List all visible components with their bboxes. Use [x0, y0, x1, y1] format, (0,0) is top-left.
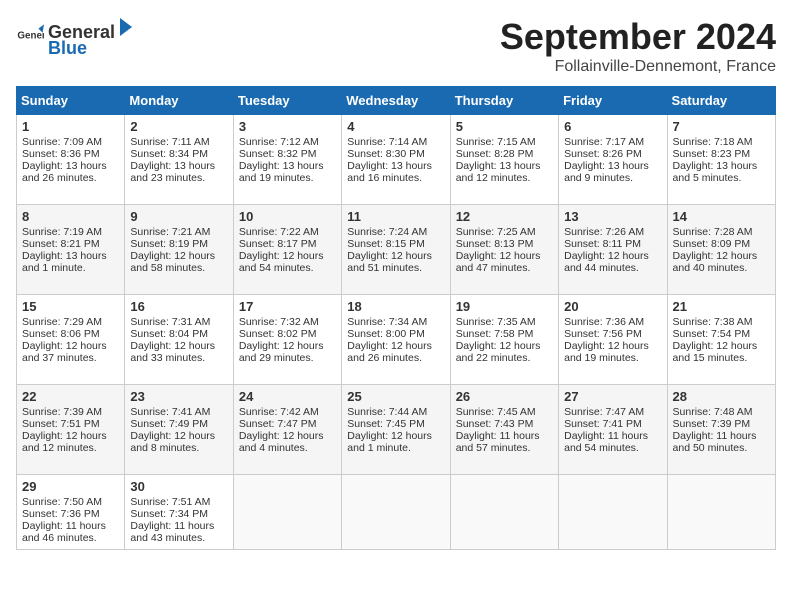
day-16: 16 Sunrise: 7:31 AMSunset: 8:04 PMDaylig…	[125, 295, 233, 385]
empty-cell-3	[450, 475, 558, 550]
day-23: 23 Sunrise: 7:41 AMSunset: 7:49 PMDaylig…	[125, 385, 233, 475]
day-21: 21 Sunrise: 7:38 AMSunset: 7:54 PMDaylig…	[667, 295, 775, 385]
day-18: 18 Sunrise: 7:34 AMSunset: 8:00 PMDaylig…	[342, 295, 450, 385]
day-30: 30 Sunrise: 7:51 AMSunset: 7:34 PMDaylig…	[125, 475, 233, 550]
day-3: 3 Sunrise: 7:12 AMSunset: 8:32 PMDayligh…	[233, 115, 341, 205]
col-sunday: Sunday	[17, 87, 125, 115]
empty-cell-5	[667, 475, 775, 550]
day-11: 11 Sunrise: 7:24 AMSunset: 8:15 PMDaylig…	[342, 205, 450, 295]
logo: General General Blue	[16, 16, 135, 57]
day-10: 10 Sunrise: 7:22 AMSunset: 8:17 PMDaylig…	[233, 205, 341, 295]
day-26: 26 Sunrise: 7:45 AMSunset: 7:43 PMDaylig…	[450, 385, 558, 475]
day-19: 19 Sunrise: 7:35 AMSunset: 7:58 PMDaylig…	[450, 295, 558, 385]
day-13: 13 Sunrise: 7:26 AMSunset: 8:11 PMDaylig…	[559, 205, 667, 295]
day-12: 12 Sunrise: 7:25 AMSunset: 8:13 PMDaylig…	[450, 205, 558, 295]
day-17: 17 Sunrise: 7:32 AMSunset: 8:02 PMDaylig…	[233, 295, 341, 385]
calendar-week-2: 8 Sunrise: 7:19 AMSunset: 8:21 PMDayligh…	[17, 205, 776, 295]
svg-text:General: General	[17, 30, 44, 41]
calendar-week-1: 1 Sunrise: 7:09 AMSunset: 8:36 PMDayligh…	[17, 115, 776, 205]
day-5: 5 Sunrise: 7:15 AMSunset: 8:28 PMDayligh…	[450, 115, 558, 205]
calendar-week-5: 29 Sunrise: 7:50 AMSunset: 7:36 PMDaylig…	[17, 475, 776, 550]
day-7: 7 Sunrise: 7:18 AMSunset: 8:23 PMDayligh…	[667, 115, 775, 205]
empty-cell-2	[342, 475, 450, 550]
day-4: 4 Sunrise: 7:14 AMSunset: 8:30 PMDayligh…	[342, 115, 450, 205]
day-9: 9 Sunrise: 7:21 AMSunset: 8:19 PMDayligh…	[125, 205, 233, 295]
col-monday: Monday	[125, 87, 233, 115]
day-15: 15 Sunrise: 7:29 AMSunset: 8:06 PMDaylig…	[17, 295, 125, 385]
col-thursday: Thursday	[450, 87, 558, 115]
calendar-header-row: Sunday Monday Tuesday Wednesday Thursday…	[17, 87, 776, 115]
col-saturday: Saturday	[667, 87, 775, 115]
day-27: 27 Sunrise: 7:47 AMSunset: 7:41 PMDaylig…	[559, 385, 667, 475]
day-25: 25 Sunrise: 7:44 AMSunset: 7:45 PMDaylig…	[342, 385, 450, 475]
day-8: 8 Sunrise: 7:19 AMSunset: 8:21 PMDayligh…	[17, 205, 125, 295]
day-24: 24 Sunrise: 7:42 AMSunset: 7:47 PMDaylig…	[233, 385, 341, 475]
title-area: September 2024 Follainville-Dennemont, F…	[500, 16, 776, 76]
calendar-table: Sunday Monday Tuesday Wednesday Thursday…	[16, 86, 776, 550]
day-14: 14 Sunrise: 7:28 AMSunset: 8:09 PMDaylig…	[667, 205, 775, 295]
location-title: Follainville-Dennemont, France	[500, 58, 776, 76]
day-6: 6 Sunrise: 7:17 AMSunset: 8:26 PMDayligh…	[559, 115, 667, 205]
col-tuesday: Tuesday	[233, 87, 341, 115]
page-header: General General Blue September 2024 Foll…	[16, 16, 776, 76]
logo-arrow-icon	[116, 16, 134, 38]
empty-cell-4	[559, 475, 667, 550]
col-friday: Friday	[559, 87, 667, 115]
day-2: 2 Sunrise: 7:11 AMSunset: 8:34 PMDayligh…	[125, 115, 233, 205]
month-year-title: September 2024	[500, 16, 776, 58]
day-20: 20 Sunrise: 7:36 AMSunset: 7:56 PMDaylig…	[559, 295, 667, 385]
day-28: 28 Sunrise: 7:48 AMSunset: 7:39 PMDaylig…	[667, 385, 775, 475]
day-22: 22 Sunrise: 7:39 AMSunset: 7:51 PMDaylig…	[17, 385, 125, 475]
logo-icon: General	[16, 23, 44, 51]
day-29: 29 Sunrise: 7:50 AMSunset: 7:36 PMDaylig…	[17, 475, 125, 550]
empty-cell-1	[233, 475, 341, 550]
calendar-week-3: 15 Sunrise: 7:29 AMSunset: 8:06 PMDaylig…	[17, 295, 776, 385]
calendar-week-4: 22 Sunrise: 7:39 AMSunset: 7:51 PMDaylig…	[17, 385, 776, 475]
col-wednesday: Wednesday	[342, 87, 450, 115]
day-1: 1 Sunrise: 7:09 AMSunset: 8:36 PMDayligh…	[17, 115, 125, 205]
